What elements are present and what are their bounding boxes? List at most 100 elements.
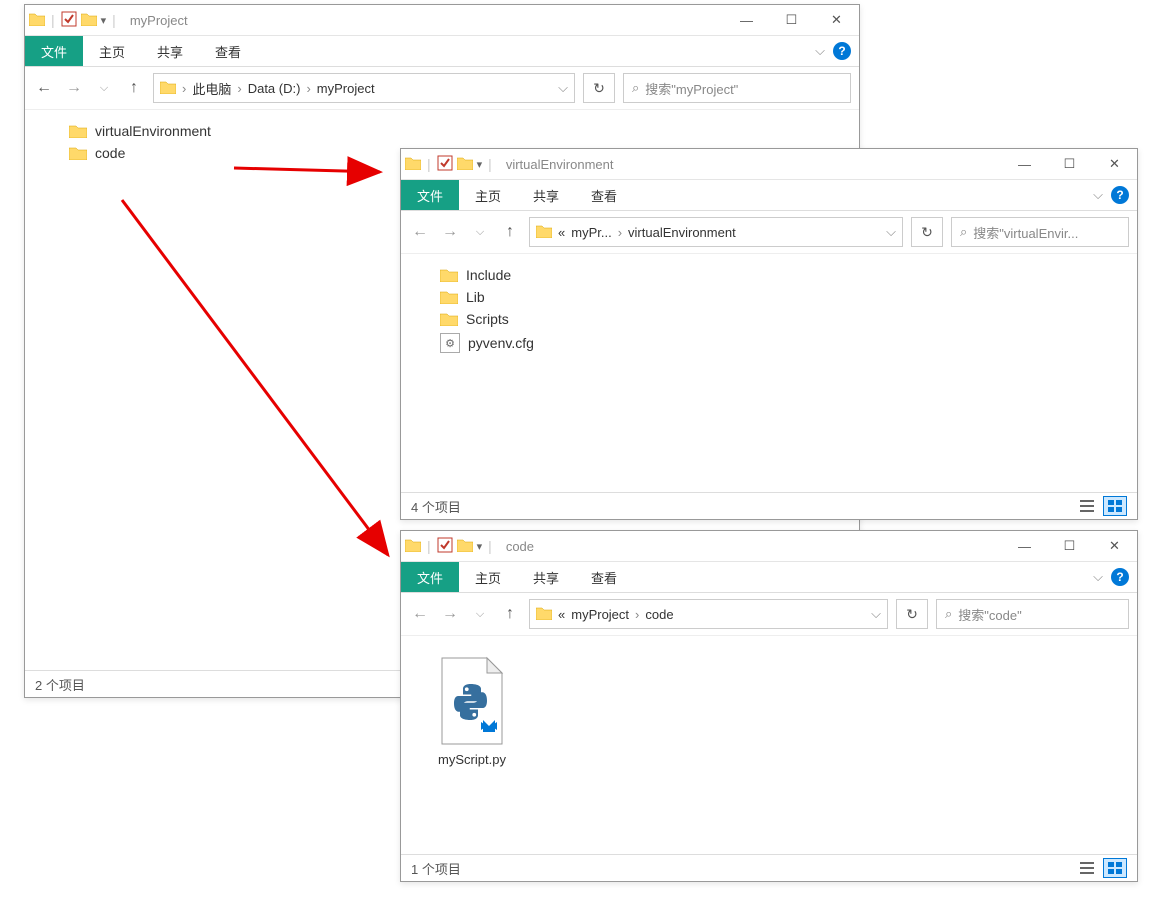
ribbon-tab-file[interactable]: 文件	[401, 562, 459, 592]
quick-access-dropdown-icon[interactable]: ▾	[477, 540, 483, 553]
item-label: Include	[466, 267, 511, 283]
close-button[interactable]: ✕	[1092, 149, 1137, 179]
recent-dropdown-icon[interactable]: ⌵	[469, 226, 491, 239]
ribbon-tab-home[interactable]: 主页	[459, 180, 517, 210]
back-button[interactable]: ←	[33, 79, 55, 97]
maximize-button[interactable]: ☐	[769, 5, 814, 35]
separator: |	[488, 538, 492, 554]
close-button[interactable]: ✕	[814, 5, 859, 35]
up-button[interactable]: ↑	[499, 605, 521, 623]
minimize-button[interactable]: —	[1002, 149, 1047, 179]
status-bar: 4 个项目	[401, 492, 1137, 519]
collapse-ribbon-icon[interactable]: ⌵	[815, 43, 825, 59]
folder-item-scripts[interactable]: Scripts	[436, 308, 1121, 330]
forward-button[interactable]: →	[439, 223, 461, 241]
checkbox-icon	[437, 155, 453, 174]
config-file-icon: ⚙	[440, 333, 460, 353]
breadcrumb-item[interactable]: myProject	[317, 81, 375, 96]
checkbox-icon	[61, 11, 77, 30]
refresh-button[interactable]: ↻	[911, 217, 943, 247]
forward-button[interactable]: →	[63, 79, 85, 97]
minimize-button[interactable]: —	[724, 5, 769, 35]
ribbon: 文件 主页 共享 查看 ⌵ ?	[401, 562, 1137, 593]
ribbon-tab-view[interactable]: 查看	[575, 180, 633, 210]
help-icon[interactable]: ?	[833, 42, 851, 60]
details-view-button[interactable]	[1075, 496, 1099, 516]
search-input[interactable]: ⌕ 搜索"code"	[936, 599, 1129, 629]
ribbon-tab-share[interactable]: 共享	[517, 562, 575, 592]
file-item-pyvenvcfg[interactable]: ⚙ pyvenv.cfg	[436, 330, 1121, 356]
folder-icon	[405, 156, 421, 173]
icons-view-button[interactable]	[1103, 496, 1127, 516]
folder-item-virtualenvironment[interactable]: virtualEnvironment	[65, 120, 843, 142]
search-placeholder: 搜索"myProject"	[645, 79, 738, 98]
collapse-ribbon-icon[interactable]: ⌵	[1093, 569, 1103, 585]
quick-access-dropdown-icon[interactable]: ▾	[101, 14, 107, 27]
window-title: virtualEnvironment	[506, 157, 614, 172]
help-icon[interactable]: ?	[1111, 186, 1129, 204]
minimize-button[interactable]: —	[1002, 531, 1047, 561]
recent-dropdown-icon[interactable]: ⌵	[469, 608, 491, 621]
refresh-button[interactable]: ↻	[896, 599, 928, 629]
folder-item-include[interactable]: Include	[436, 264, 1121, 286]
content-area: Include Lib Scripts ⚙ pyvenv.cfg	[401, 254, 1137, 492]
quick-access-dropdown-icon[interactable]: ▾	[477, 158, 483, 171]
close-button[interactable]: ✕	[1092, 531, 1137, 561]
icons-view-button[interactable]	[1103, 858, 1127, 878]
breadcrumb-overflow[interactable]: «	[558, 607, 565, 622]
content-area: myScript.py	[401, 636, 1137, 854]
ribbon: 文件 主页 共享 查看 ⌵ ?	[25, 36, 859, 67]
ribbon-tab-view[interactable]: 查看	[575, 562, 633, 592]
ribbon-tab-share[interactable]: 共享	[517, 180, 575, 210]
breadcrumb-dropdown-icon[interactable]: ⌵	[558, 80, 568, 96]
breadcrumb-overflow[interactable]: «	[558, 225, 565, 240]
up-button[interactable]: ↑	[123, 79, 145, 97]
folder-icon	[69, 124, 87, 138]
forward-button[interactable]: →	[439, 605, 461, 623]
refresh-button[interactable]: ↻	[583, 73, 615, 103]
folder-icon	[536, 606, 552, 623]
breadcrumb-item[interactable]: myProject	[571, 607, 629, 622]
status-text: 1 个项目	[411, 859, 461, 878]
breadcrumb-item[interactable]: Data (D:)	[248, 81, 301, 96]
breadcrumb-item[interactable]: myPr...	[571, 225, 611, 240]
search-placeholder: 搜索"virtualEnvir...	[973, 223, 1078, 242]
search-input[interactable]: ⌕ 搜索"virtualEnvir...	[951, 217, 1129, 247]
folder-icon	[405, 538, 421, 555]
back-button[interactable]: ←	[409, 223, 431, 241]
folder-icon	[536, 224, 552, 241]
breadcrumb-separator: ›	[182, 81, 186, 96]
details-view-button[interactable]	[1075, 858, 1099, 878]
breadcrumb[interactable]: « myPr... › virtualEnvironment ⌵	[529, 217, 903, 247]
ribbon-tab-file[interactable]: 文件	[401, 180, 459, 210]
breadcrumb-dropdown-icon[interactable]: ⌵	[871, 606, 881, 622]
search-input[interactable]: ⌕ 搜索"myProject"	[623, 73, 851, 103]
search-icon: ⌕	[632, 80, 639, 96]
ribbon-tab-home[interactable]: 主页	[83, 36, 141, 66]
folder-icon-small	[81, 12, 97, 29]
back-button[interactable]: ←	[409, 605, 431, 623]
separator: |	[427, 538, 431, 554]
ribbon-tab-view[interactable]: 查看	[199, 36, 257, 66]
collapse-ribbon-icon[interactable]: ⌵	[1093, 187, 1103, 203]
breadcrumb-item[interactable]: code	[645, 607, 673, 622]
breadcrumb-item[interactable]: 此电脑	[192, 79, 231, 98]
ribbon-tab-file[interactable]: 文件	[25, 36, 83, 66]
breadcrumb[interactable]: « myProject › code ⌵	[529, 599, 888, 629]
breadcrumb-dropdown-icon[interactable]: ⌵	[886, 224, 896, 240]
folder-icon	[29, 12, 45, 29]
breadcrumb-item[interactable]: virtualEnvironment	[628, 225, 736, 240]
ribbon-tab-share[interactable]: 共享	[141, 36, 199, 66]
maximize-button[interactable]: ☐	[1047, 531, 1092, 561]
maximize-button[interactable]: ☐	[1047, 149, 1092, 179]
breadcrumb[interactable]: › 此电脑 › Data (D:) › myProject ⌵	[153, 73, 575, 103]
separator: |	[488, 156, 492, 172]
file-item-myscript[interactable]: myScript.py	[427, 656, 517, 767]
help-icon[interactable]: ?	[1111, 568, 1129, 586]
status-text: 2 个项目	[35, 675, 85, 694]
recent-dropdown-icon[interactable]: ⌵	[93, 82, 115, 95]
folder-icon	[160, 80, 176, 97]
ribbon-tab-home[interactable]: 主页	[459, 562, 517, 592]
folder-item-lib[interactable]: Lib	[436, 286, 1121, 308]
up-button[interactable]: ↑	[499, 223, 521, 241]
